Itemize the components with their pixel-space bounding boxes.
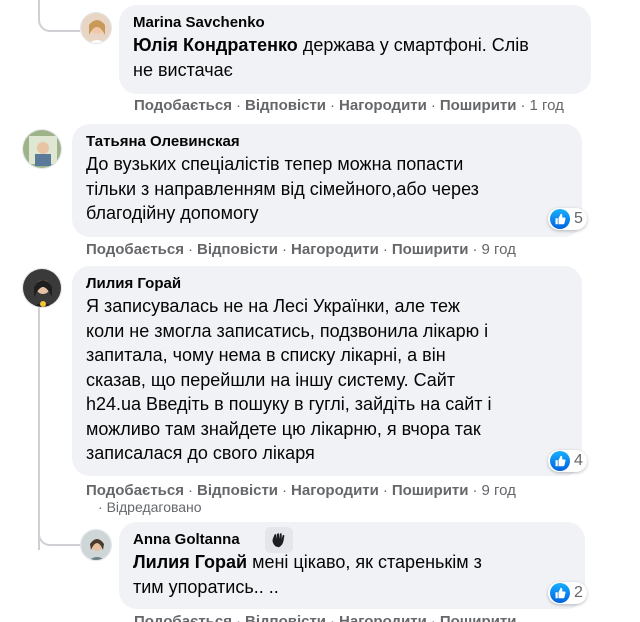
thread-connector bbox=[38, 500, 80, 546]
comment-author[interactable]: Marina Savchenko bbox=[133, 13, 577, 33]
reaction-summary[interactable]: 4 bbox=[548, 450, 587, 472]
comment-text: Лилия Горай мені цікаво, як старенькім з… bbox=[133, 550, 571, 599]
comment-text-part: тим упоратись.. .. bbox=[133, 576, 279, 597]
comment-actions: Подобається · Відповісти · Нагородити · Пошири… bbox=[86, 241, 516, 258]
like-action[interactable]: Подобається bbox=[86, 241, 184, 258]
share-action[interactable]: Поширити bbox=[392, 241, 469, 258]
comment-actions: Подобається · Відповісти · Нагородити · Пошири… bbox=[134, 97, 564, 114]
comment-text-part: не вистачає bbox=[133, 59, 233, 80]
comment-bubble: Татьяна Олевинская До вузьких спеціаліст… bbox=[72, 124, 582, 237]
comment-bubble: Marina Savchenko Юлія Кондратенко держав… bbox=[119, 5, 591, 94]
timestamp[interactable]: 9 год bbox=[481, 241, 515, 258]
comment-text-part: держава у смартфоні. Слів bbox=[302, 35, 529, 55]
avatar[interactable] bbox=[22, 129, 62, 169]
thumbs-up-icon bbox=[550, 583, 570, 603]
award-action[interactable]: Нагородити bbox=[339, 613, 427, 622]
avatar[interactable] bbox=[80, 529, 112, 561]
comment-text-line: запитала, чому нема в списку лікарні, а … bbox=[86, 345, 446, 365]
reaction-summary[interactable]: 2 bbox=[548, 582, 587, 604]
comment-text-part: мені цікаво, як старенькім з bbox=[252, 552, 482, 572]
comment-text: Юлія Кондратенко держава у смартфоні. Сл… bbox=[133, 33, 577, 82]
comment-text-line: сказав, що перейшли на іншу систему. Сай… bbox=[86, 369, 456, 390]
comment-author[interactable]: Лилия Горай bbox=[86, 274, 568, 294]
award-action[interactable]: Нагородити bbox=[339, 97, 427, 114]
comment-author[interactable]: Татьяна Олевинская bbox=[86, 132, 568, 152]
timestamp[interactable]: 9 год bbox=[481, 482, 515, 499]
comment-author[interactable]: Anna Goltanna bbox=[133, 530, 571, 550]
reply-action[interactable]: Відповісти bbox=[245, 613, 326, 622]
share-action[interactable]: Поширити bbox=[440, 613, 517, 622]
waving-hand-icon[interactable] bbox=[265, 527, 293, 553]
comment-text-line: коли не змогла записатись, подзвонила лі… bbox=[86, 320, 489, 341]
comment-text-line: записалася до свого лікаря bbox=[86, 443, 315, 463]
award-action[interactable]: Нагородити bbox=[291, 241, 379, 258]
reaction-summary[interactable]: 5 bbox=[548, 208, 587, 230]
edited-text: Відредаговано bbox=[106, 499, 202, 515]
comment-text-line: До вузьких спеціалістів тепер можна попа… bbox=[86, 154, 464, 174]
reaction-count: 4 bbox=[574, 452, 583, 469]
reaction-count: 2 bbox=[574, 584, 583, 601]
reply-action[interactable]: Відповісти bbox=[245, 97, 326, 114]
like-action[interactable]: Подобається bbox=[134, 613, 232, 622]
reply-action[interactable]: Відповісти bbox=[197, 482, 278, 499]
mention-link[interactable]: Юлія Кондратенко bbox=[133, 35, 298, 55]
avatar[interactable] bbox=[80, 12, 112, 44]
comment-bubble: Anna Goltanna Лилия Горай мені цікаво, я… bbox=[119, 522, 585, 609]
avatar[interactable] bbox=[22, 268, 62, 308]
mention-link[interactable]: Лилия Горай bbox=[133, 552, 247, 572]
award-action[interactable]: Нагородити bbox=[291, 482, 379, 499]
like-action[interactable]: Подобається bbox=[134, 97, 232, 114]
share-action[interactable]: Поширити bbox=[392, 482, 469, 499]
comment-bubble: Лилия Горай Я записувалась не на Лесі Ук… bbox=[72, 266, 582, 476]
edited-label: · Відредаговано bbox=[98, 499, 202, 515]
thread-connector bbox=[38, 0, 80, 32]
timestamp[interactable]: 1 год bbox=[529, 97, 563, 114]
comment-text-line: тільки з направленням від сімейного,або … bbox=[86, 178, 479, 199]
reaction-count: 5 bbox=[574, 210, 583, 227]
comment-text-line: благодійну допомогу bbox=[86, 203, 259, 223]
comment-text-line: h24.ua Введіть в пошуку в гуглі, зайдіть… bbox=[86, 394, 492, 414]
comment-text-line: можливо там знайдете цю лікарню, я вчора… bbox=[86, 418, 481, 439]
thumbs-up-icon bbox=[550, 209, 570, 229]
comment-text-line: Я записувалась не на Лесі Українки, але … bbox=[86, 296, 460, 316]
share-action[interactable]: Поширити bbox=[440, 97, 517, 114]
thumbs-up-icon bbox=[550, 451, 570, 471]
comment-actions: Подобається · Відповісти · Нагородити · Пошири… bbox=[134, 612, 516, 622]
comment-actions: Подобається · Відповісти · Нагородити · Пошири… bbox=[86, 482, 516, 499]
like-action[interactable]: Подобається bbox=[86, 482, 184, 499]
reply-action[interactable]: Відповісти bbox=[197, 241, 278, 258]
